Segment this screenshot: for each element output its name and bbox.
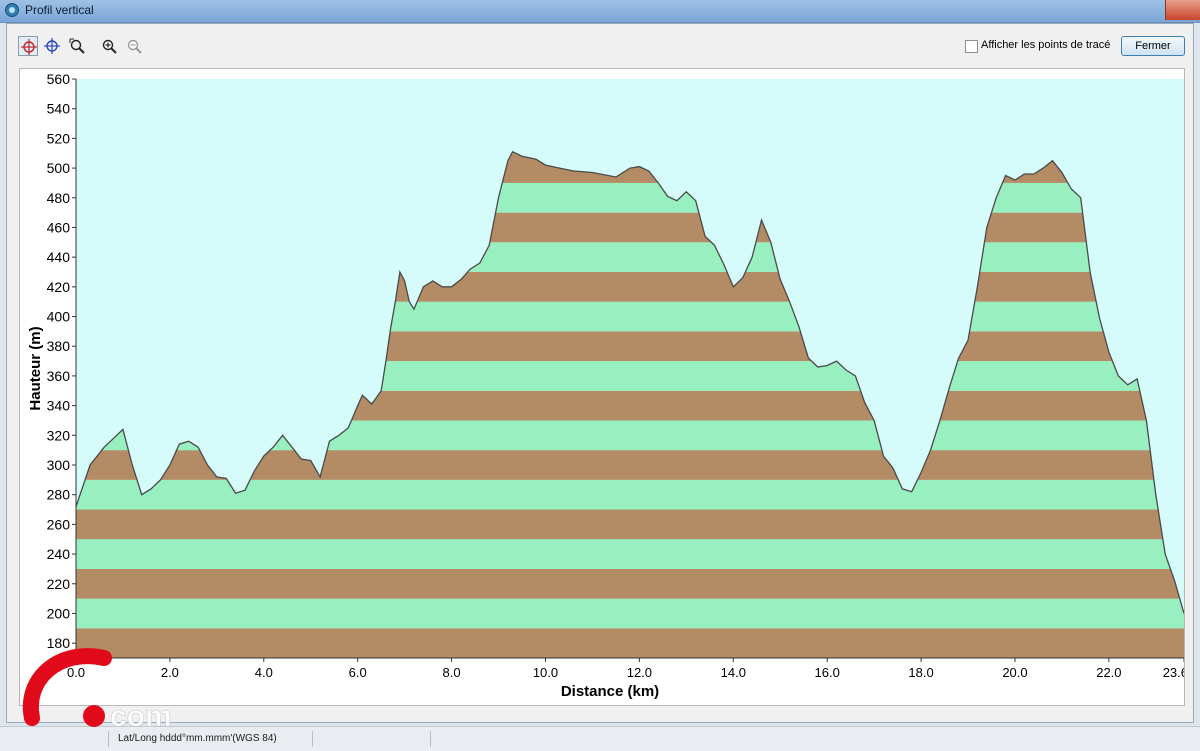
svg-text:com: com bbox=[110, 700, 172, 730]
y-tick-label: 360 bbox=[47, 368, 71, 384]
y-tick-label: 340 bbox=[47, 398, 71, 414]
x-axis-label: Distance (km) bbox=[561, 683, 659, 700]
zoom-out-icon bbox=[127, 39, 142, 54]
y-tick-label: 440 bbox=[47, 249, 71, 265]
y-tick-label: 200 bbox=[47, 605, 71, 621]
y-tick-label: 240 bbox=[47, 546, 71, 562]
zoom-in-tool[interactable] bbox=[99, 36, 119, 56]
y-tick-label: 380 bbox=[47, 338, 71, 354]
elevation-profile-chart[interactable]: 1802002202402602803003203403603804004204… bbox=[20, 69, 1188, 705]
x-tick-label: 12.0 bbox=[627, 665, 652, 680]
elevation-band bbox=[76, 628, 1184, 658]
title-bar: Profil vertical bbox=[0, 0, 1200, 23]
elevation-band bbox=[76, 539, 1184, 569]
y-tick-label: 320 bbox=[47, 427, 71, 443]
x-tick-label: 20.0 bbox=[1002, 665, 1027, 680]
y-tick-label: 300 bbox=[47, 457, 71, 473]
crosshair-red-icon bbox=[21, 39, 37, 55]
y-tick-label: 540 bbox=[47, 101, 71, 117]
profile-window: Afficher les points de tracé Fermer 180 2… bbox=[6, 23, 1194, 723]
elevation-band bbox=[76, 509, 1184, 540]
y-tick-label: 280 bbox=[47, 487, 71, 503]
y-tick-label: 460 bbox=[47, 219, 71, 235]
x-tick-label: 4.0 bbox=[255, 665, 273, 680]
status-separator bbox=[312, 731, 313, 747]
show-track-points-label: Afficher les points de tracé bbox=[981, 39, 1111, 51]
window-close-button[interactable] bbox=[1165, 0, 1200, 20]
elevation-band bbox=[76, 598, 1184, 629]
window-title: Profil vertical bbox=[25, 3, 94, 17]
x-tick-label: 18.0 bbox=[908, 665, 933, 680]
y-tick-label: 260 bbox=[47, 516, 71, 532]
x-tick-label: 6.0 bbox=[349, 665, 367, 680]
status-separator bbox=[430, 731, 431, 747]
x-tick-label: 10.0 bbox=[533, 665, 558, 680]
crosshair-blue-tool[interactable] bbox=[42, 36, 62, 56]
crosshair-blue-icon bbox=[44, 38, 60, 54]
y-tick-label: 220 bbox=[47, 576, 71, 592]
coords-format: Lat/Long hddd°mm.mmm'(WGS 84) bbox=[118, 733, 277, 744]
y-tick-label: 400 bbox=[47, 309, 71, 325]
x-tick-label: 8.0 bbox=[443, 665, 461, 680]
x-tick-label: 22.0 bbox=[1096, 665, 1121, 680]
app-icon bbox=[5, 3, 19, 17]
y-tick-label: 480 bbox=[47, 190, 71, 206]
chart-frame: 180 200 220 240 260 280 300 320 340 360 380 400 420 4… bbox=[19, 68, 1188, 706]
close-button[interactable]: Fermer bbox=[1121, 36, 1185, 56]
status-separator bbox=[108, 731, 109, 747]
y-tick-label: 420 bbox=[47, 279, 71, 295]
x-tick-label: 23.6 bbox=[1163, 665, 1184, 680]
zoom-in-icon bbox=[102, 39, 117, 54]
show-track-points-checkbox[interactable] bbox=[965, 40, 978, 53]
zoom-out-tool[interactable] bbox=[124, 36, 144, 56]
zoom-area-icon bbox=[69, 38, 85, 54]
x-tick-label: 14.0 bbox=[721, 665, 746, 680]
elevation-band bbox=[76, 568, 1184, 599]
y-axis-label: Hauteur (m) bbox=[27, 326, 44, 410]
crosshair-red-tool[interactable] bbox=[18, 36, 38, 56]
y-tick-label: 520 bbox=[47, 130, 71, 146]
watermark-logo: com bbox=[22, 648, 172, 730]
y-tick-label: 560 bbox=[47, 71, 71, 87]
zoom-area-tool[interactable] bbox=[67, 36, 87, 56]
x-tick-label: 16.0 bbox=[815, 665, 840, 680]
y-tick-label: 500 bbox=[47, 160, 71, 176]
